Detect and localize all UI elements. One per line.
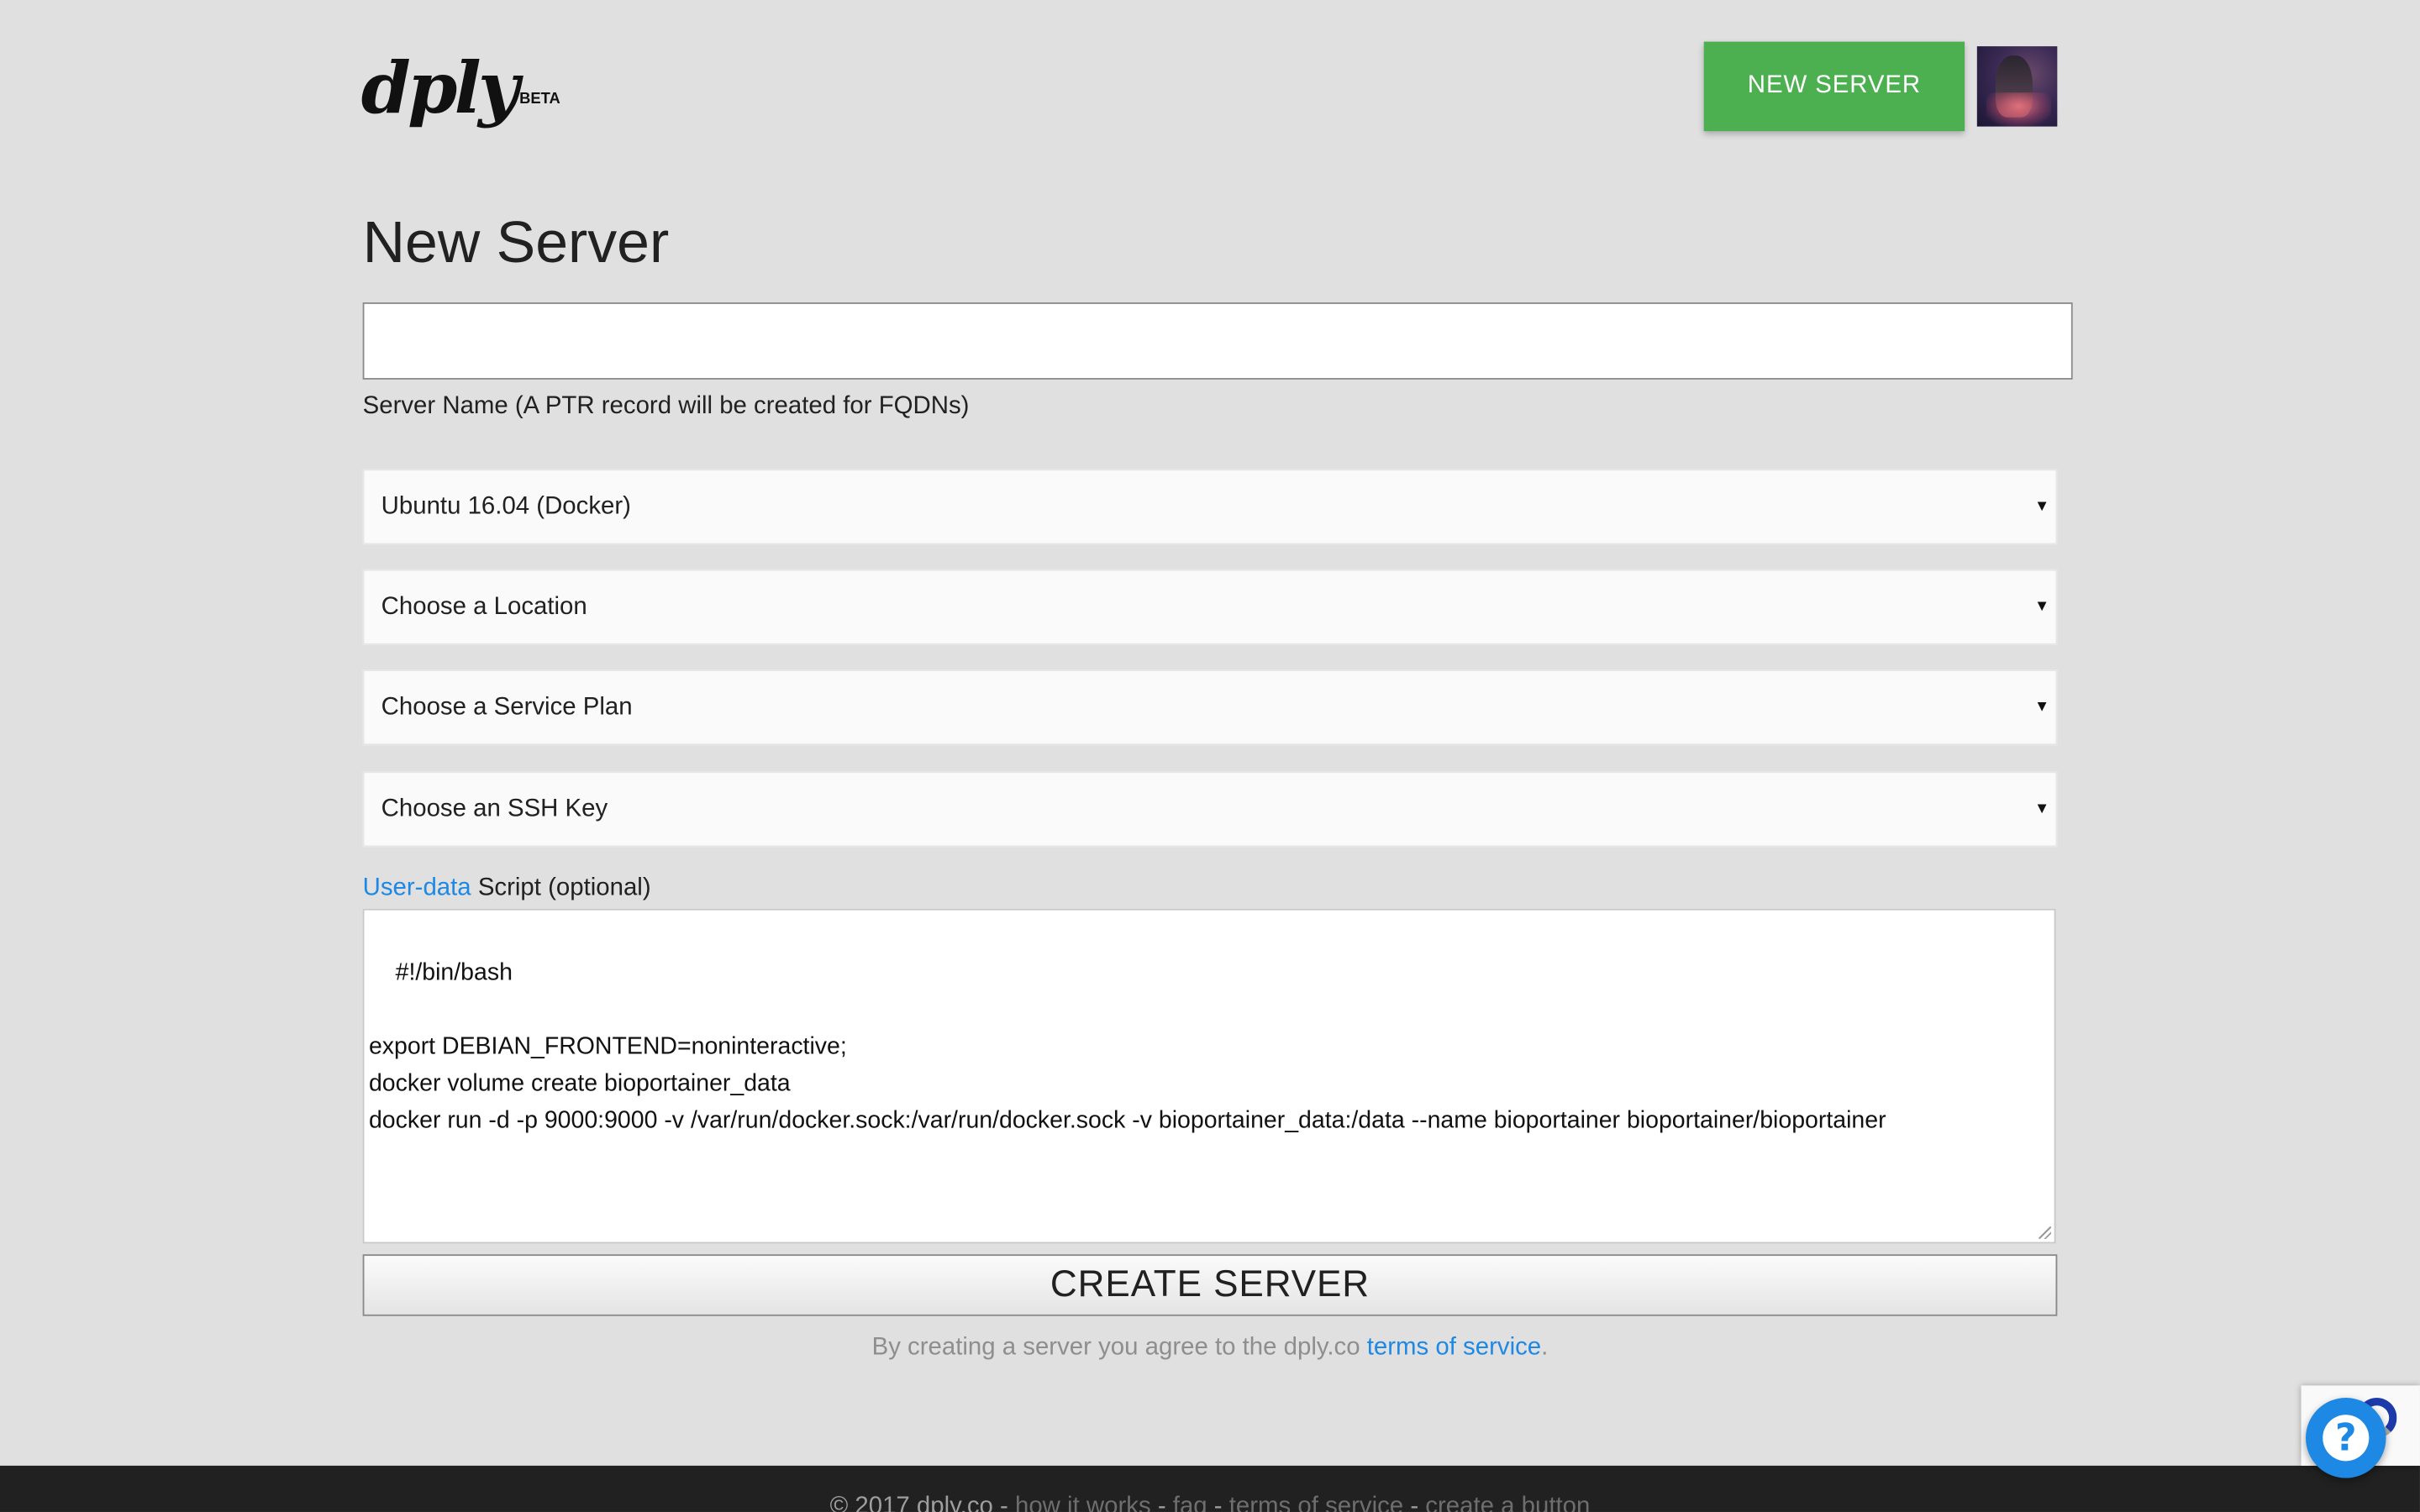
user-data-script-textarea[interactable]: #!/bin/bash export DEBIAN_FRONTEND=nonin…	[362, 908, 2056, 1244]
dply-logo[interactable]: dply BETA	[361, 52, 560, 123]
user-data-link[interactable]: User-data	[363, 874, 471, 900]
page: dply BETA NEW SERVER New Server Server N…	[0, 0, 2420, 1512]
user-data-label-suffix: Script (optional)	[471, 874, 651, 901]
footer-link-faq[interactable]: faq	[1173, 1494, 1207, 1512]
user-data-label: User-data Script (optional)	[363, 874, 651, 902]
terms-of-service-link[interactable]: terms of service	[1367, 1335, 1541, 1361]
create-server-button[interactable]: CREATE SERVER	[362, 1254, 2058, 1316]
dropdown-arrow-icon: ▼	[2033, 597, 2050, 615]
server-name-label: Server Name (A PTR record will be create…	[362, 393, 970, 420]
new-server-button[interactable]: NEW SERVER	[1703, 41, 1965, 132]
question-mark-icon: ?	[2323, 1415, 2370, 1462]
terms-notice-prefix: By creating a server you agree to the dp…	[871, 1334, 1367, 1361]
image-select-value: Ubuntu 16.04 (Docker)	[381, 492, 631, 520]
location-select-value: Choose a Location	[381, 593, 587, 620]
page-title: New Server	[362, 211, 670, 276]
service-plan-select-value: Choose a Service Plan	[381, 693, 633, 720]
dropdown-arrow-icon: ▼	[2033, 800, 2050, 817]
footer-links: © 2017 dply.co - how it works - faq - te…	[0, 1494, 2420, 1512]
beta-badge: BETA	[519, 91, 560, 108]
footer-separator: -	[1403, 1493, 1426, 1512]
user-avatar[interactable]	[1976, 46, 2058, 127]
footer-link-create-button[interactable]: create a button	[1425, 1494, 1590, 1512]
server-name-input[interactable]	[362, 302, 2073, 380]
ssh-key-select-value: Choose an SSH Key	[381, 795, 608, 822]
footer: © 2017 dply.co - how it works - faq - te…	[0, 1465, 2420, 1512]
footer-link-terms[interactable]: terms of service	[1229, 1494, 1403, 1512]
service-plan-select[interactable]: Choose a Service Plan ▼	[362, 669, 2058, 746]
help-button[interactable]: ?	[2306, 1398, 2386, 1478]
footer-separator: -	[1150, 1493, 1173, 1512]
location-select[interactable]: Choose a Location ▼	[362, 569, 2058, 645]
terms-notice: By creating a server you agree to the dp…	[363, 1335, 2058, 1362]
footer-copyright: © 2017 dply.co	[829, 1493, 993, 1512]
user-data-script-text: #!/bin/bash export DEBIAN_FRONTEND=nonin…	[368, 959, 1886, 1134]
logo-wordmark: dply	[360, 46, 519, 130]
resize-handle-icon[interactable]	[2039, 1226, 2051, 1239]
image-select[interactable]: Ubuntu 16.04 (Docker) ▼	[362, 469, 2058, 545]
ssh-key-select[interactable]: Choose an SSH Key ▼	[362, 771, 2058, 848]
terms-notice-suffix: .	[1541, 1334, 1549, 1361]
footer-separator: -	[1207, 1493, 1229, 1512]
footer-separator: -	[992, 1493, 1015, 1512]
avatar-glow	[1986, 92, 2051, 127]
footer-link-how-it-works[interactable]: how it works	[1015, 1494, 1151, 1512]
dropdown-arrow-icon: ▼	[2033, 497, 2050, 515]
dropdown-arrow-icon: ▼	[2033, 698, 2050, 716]
